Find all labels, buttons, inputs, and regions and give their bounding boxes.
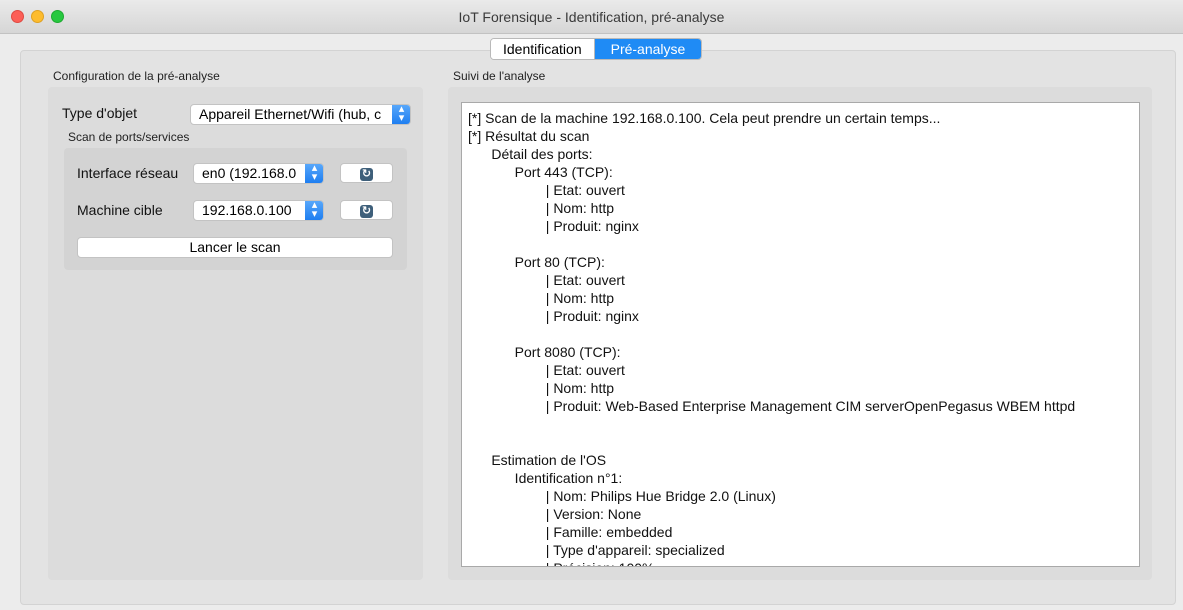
object-type-select[interactable]: Appareil Ethernet/Wifi (hub, c ▴ ▾ [190,104,411,125]
target-select[interactable]: 192.168.0.100 ▴ ▾ [193,200,324,221]
target-value: 192.168.0.100 [202,202,292,218]
log-line: | Nom: Philips Hue Bridge 2.0 (Linux) [468,488,776,504]
log-line: | Nom: http [468,380,615,396]
log-line: | Etat: ouvert [468,272,625,288]
object-type-value: Appareil Ethernet/Wifi (hub, c [199,106,382,122]
log-line: | Version: None [468,506,642,522]
config-group-title: Configuration de la pré-analyse [53,69,220,83]
log-line: | Précision: 100% [468,559,1139,566]
object-type-label: Type d'objet [62,105,138,121]
interface-select[interactable]: en0 (192.168.0 ▴ ▾ [193,163,324,184]
analysis-log[interactable]: [*] Scan de la machine 192.168.0.100. Ce… [461,102,1140,567]
tab-pre-analyse[interactable]: Pré-analyse [594,39,702,59]
log-line: Détail des ports: [468,146,593,162]
target-label: Machine cible [77,202,163,218]
refresh-icon: ↻ [360,205,373,218]
window-title: IoT Forensique - Identification, pré-ana… [458,9,725,25]
log-line: | Etat: ouvert [468,182,625,198]
chevron-updown-icon: ▴ ▾ [305,164,323,183]
chevron-updown-icon: ▴ ▾ [305,201,323,220]
log-line: | Produit: nginx [468,218,639,234]
log-line: Identification n°1: [468,470,623,486]
log-line: Port 443 (TCP): [468,164,613,180]
chevron-updown-icon: ▴ ▾ [392,105,410,124]
log-line: | Nom: http [468,290,615,306]
title-bar: IoT Forensique - Identification, pré-ana… [0,0,1183,34]
analysis-group-title: Suivi de l'analyse [453,69,546,83]
log-line: | Famille: embedded [468,524,673,540]
interface-value: en0 (192.168.0 [202,165,297,181]
log-line: | Produit: Web-Based Enterprise Manageme… [468,398,1076,414]
log-line: [*] Scan de la machine 192.168.0.100. Ce… [468,110,941,126]
refresh-targets-button[interactable]: ↻ [340,200,393,220]
log-line: | Type d'appareil: specialized [468,542,725,558]
log-line: | Etat: ouvert [468,362,625,378]
log-line: | Produit: nginx [468,308,639,324]
tab-bar: Identification Pré-analyse [490,38,703,60]
tab-identification[interactable]: Identification [491,39,595,59]
log-line: Port 8080 (TCP): [468,344,621,360]
interface-label: Interface réseau [77,165,179,181]
start-scan-button[interactable]: Lancer le scan [77,237,393,258]
scan-group-title: Scan de ports/services [68,130,190,144]
refresh-interfaces-button[interactable]: ↻ [340,163,393,183]
log-line: [*] Résultat du scan [468,128,590,144]
refresh-icon: ↻ [360,168,373,181]
log-line: Port 80 (TCP): [468,254,605,270]
log-line: Estimation de l'OS [468,452,607,468]
log-line: | Nom: http [468,200,615,216]
